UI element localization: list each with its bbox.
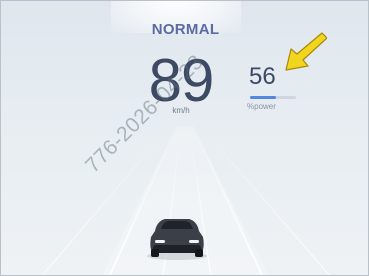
power-bar [250,96,296,99]
power-value: 56 [249,63,276,90]
car-icon [147,219,207,260]
cluster-screen: NORMAL 89 km/h 56 %power 776-2026-04-23 [0,0,369,276]
power-unit: %power [247,102,276,111]
power-bar-fill [250,96,276,99]
yellow-arrow-icon [285,32,327,71]
